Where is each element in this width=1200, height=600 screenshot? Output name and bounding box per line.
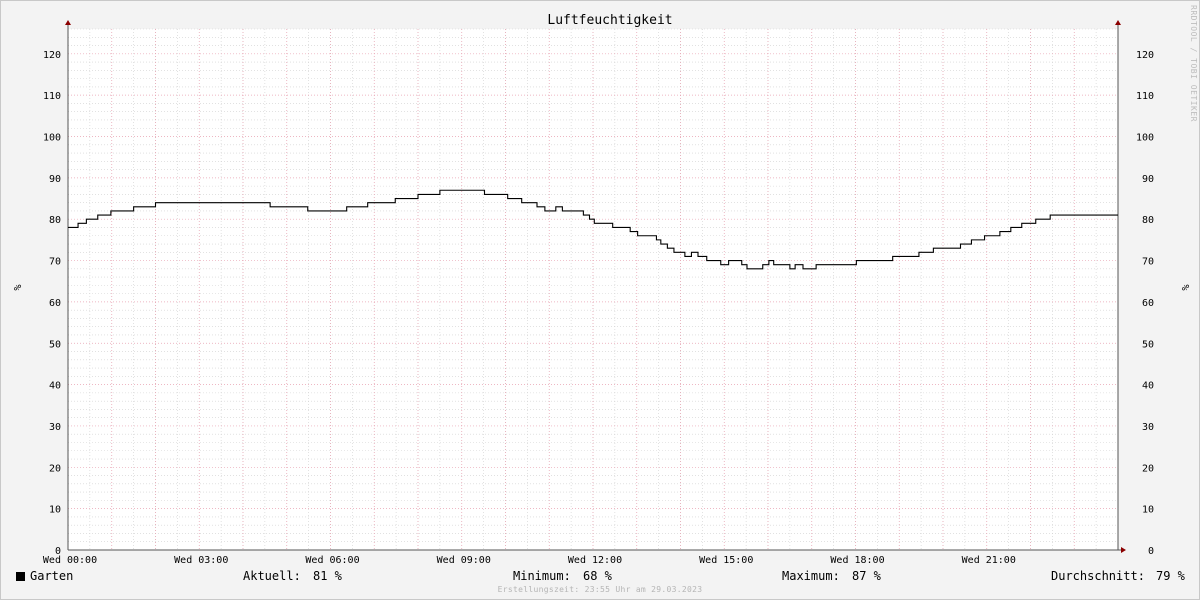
x-tick-label: Wed 00:00 [43,555,97,566]
y-tick-label-right: 50 [1142,339,1154,350]
y-tick-label-right: 70 [1142,257,1154,268]
legend-bar: Garten Aktuell: 81 % Minimum: 68 % Maxim… [1,567,1199,585]
legend-max-value: 87 % [852,569,881,583]
y-tick-label-left: 80 [49,215,61,226]
y-tick-label-left: 30 [49,422,61,433]
legend-max-label: Maximum: [782,569,840,583]
x-tick-label: Wed 09:00 [437,555,491,566]
legend-avg-value: 79 % [1156,569,1185,583]
graph-frame: 0 0 10 10 20 20 30 30 40 40 50 50 60 60 70 70 80 80 90 90 10… [0,0,1200,600]
y-tick-label-right: 20 [1142,463,1154,474]
x-tick-label: Wed 21:00 [962,555,1016,566]
y-tick-label-left: 60 [49,298,61,309]
y-tick-label-left: 50 [49,339,61,350]
x-tick-label: Wed 15:00 [699,555,753,566]
y-tick-label-left: 90 [49,174,61,185]
legend-min-value: 68 % [583,569,612,583]
chart-title: Luftfeuchtigkeit [547,13,672,28]
y-tick-label-left: 120 [43,50,61,61]
x-tick-label: Wed 12:00 [568,555,622,566]
y-tick-label-left: 70 [49,257,61,268]
y-axis-left-arrow [65,20,71,25]
y-tick-label-left: 110 [43,91,61,102]
y-tick-label-left: 40 [49,381,61,392]
y-tick-label-right: 40 [1142,381,1154,392]
y-tick-label-right: 80 [1142,215,1154,226]
rrdtool-credit: RRDTOOL / TOBI OETIKER [1189,5,1198,122]
y-tick-label-right: 100 [1136,133,1154,144]
legend-series-name: Garten [30,569,74,583]
legend-swatch-garten [16,572,25,581]
x-tick-label: Wed 06:00 [305,555,359,566]
humidity-chart: 0 010 1020 2030 3040 4050 5060 6070 7080 8090 9010… [11,13,1190,566]
y-tick-label-right: 110 [1136,91,1154,102]
creation-time-footer: Erstellungszeit: 23:55 Uhr am 29.03.2023 [497,585,703,594]
y-tick-label-left: 10 [49,505,61,516]
legend-current-label: Aktuell: [243,569,301,583]
y-tick-label-right: 10 [1142,505,1154,516]
y-axis-label-right: % [1179,284,1190,290]
y-tick-label-right: 120 [1136,50,1154,61]
y-tick-label-left: 100 [43,133,61,144]
y-tick-label-right: 60 [1142,298,1154,309]
y-tick-label-right: 30 [1142,422,1154,433]
y-axis-label-left: % [11,284,22,290]
x-tick-label: Wed 03:00 [174,555,228,566]
y-tick-label-right: 0 [1148,546,1154,557]
y-axis-right-arrow [1115,20,1121,25]
legend-avg-label: Durchschnitt: [1051,569,1145,583]
x-axis-arrow [1121,547,1126,553]
legend-min-label: Minimum: [513,569,571,583]
y-tick-label-right: 90 [1142,174,1154,185]
y-tick-label-left: 20 [49,463,61,474]
x-tick-label: Wed 18:00 [830,555,884,566]
legend-current-value: 81 % [313,569,342,583]
